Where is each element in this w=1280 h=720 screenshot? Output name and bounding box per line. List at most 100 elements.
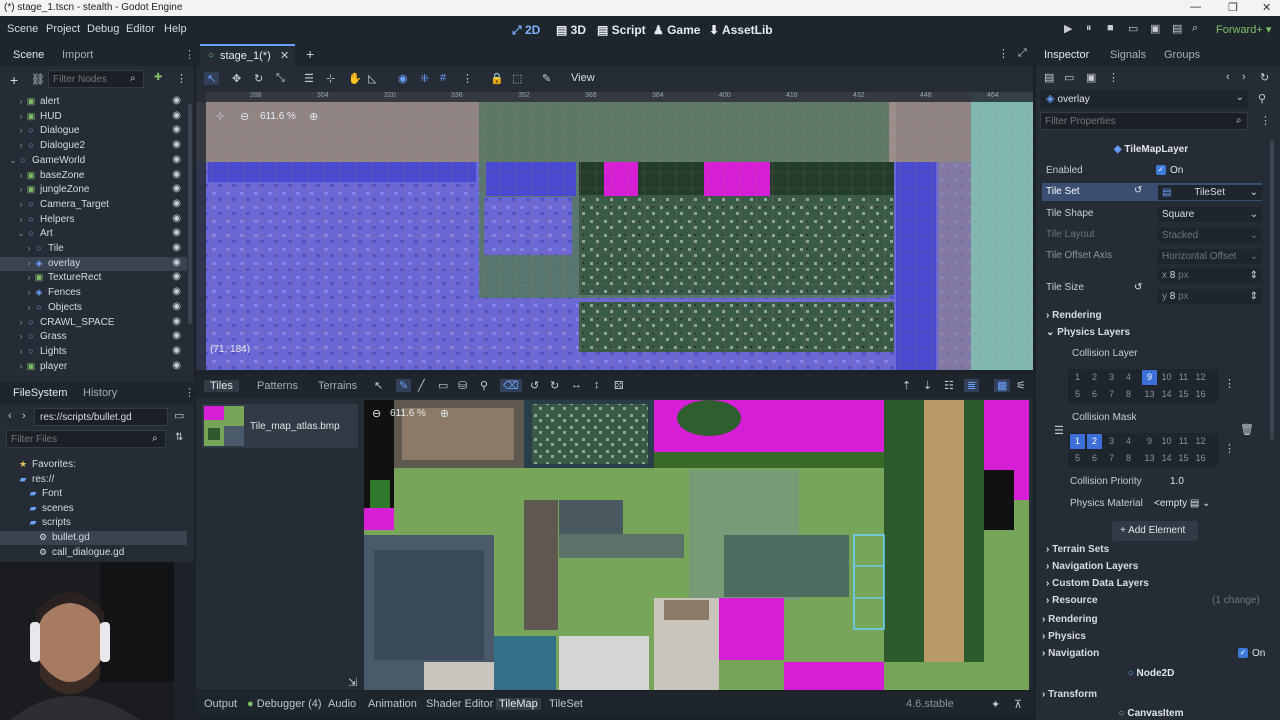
section-rendering[interactable]: › Rendering — [1046, 310, 1102, 321]
tree-node[interactable]: › ▣ player ◉ — [0, 360, 187, 374]
close-tab-icon[interactable]: ✕ — [280, 49, 289, 62]
visibility-eye-icon[interactable]: ◉ — [172, 227, 181, 238]
maximize-button[interactable]: ❐ — [1228, 1, 1238, 14]
section-transform[interactable]: › Transform — [1042, 689, 1097, 700]
viewport-zoom-label[interactable]: 611.6 % — [260, 111, 296, 122]
layer-bit-1[interactable]: 1 — [1070, 370, 1085, 385]
layer-bit-6[interactable]: 6 — [1087, 387, 1102, 402]
visibility-eye-icon[interactable]: ◉ — [172, 242, 181, 253]
expand-arrow-icon[interactable]: › — [16, 170, 26, 180]
expand-arrow-icon[interactable]: › — [24, 272, 34, 282]
tab-tiles[interactable]: Tiles — [204, 380, 239, 392]
revert-icon[interactable]: ↺ — [1134, 282, 1142, 293]
menu-project[interactable]: Project — [46, 23, 80, 35]
tile-offset-select[interactable]: Horizontal Offset ⌄ — [1158, 249, 1262, 264]
tile-layout-select[interactable]: Stacked ⌄ — [1158, 228, 1262, 243]
layer-bit-12[interactable]: 12 — [1193, 370, 1208, 385]
pause-icon[interactable]: ⏸ — [1086, 22, 1092, 35]
highlight-layer-icon[interactable]: ≣ — [964, 379, 980, 392]
menu-debug[interactable]: Debug — [87, 23, 119, 35]
expand-arrow-icon[interactable]: › — [16, 346, 26, 356]
tree-node[interactable]: › ○ Dialogue ◉ — [0, 124, 187, 138]
expand-arrow-icon[interactable]: › — [24, 258, 34, 268]
layer-bit-7[interactable]: 7 — [1104, 387, 1119, 402]
layer-bit-16[interactable]: 16 — [1193, 387, 1208, 402]
close-window-button[interactable]: ✕ — [1262, 1, 1271, 14]
flip-h-icon[interactable]: ↔ — [571, 379, 582, 391]
delete-element-icon[interactable]: 🗑 — [1240, 423, 1254, 436]
layer-list-icon[interactable]: ☷ — [944, 379, 954, 392]
bottom-audio[interactable]: Audio — [328, 698, 356, 710]
tree-node[interactable]: › ▣ HUD ◉ — [0, 110, 187, 124]
split-view-icon[interactable]: ▭ — [174, 409, 184, 422]
expand-arrow-icon[interactable]: › — [16, 125, 26, 135]
select-tool-icon[interactable]: ↖ — [374, 379, 383, 392]
open-resource-icon[interactable]: ▭ — [1064, 71, 1074, 84]
tree-node[interactable]: ⌄ ○ GameWorld ◉ — [0, 154, 187, 168]
atlas-zoom-in-icon[interactable]: ⊕ — [440, 407, 449, 420]
sort-icon[interactable]: ⇅ — [175, 432, 183, 443]
bottom-tileset[interactable]: TileSet — [549, 698, 583, 710]
tree-node[interactable]: › ○ Dialogue2 ◉ — [0, 139, 187, 153]
expand-arrow-icon[interactable]: › — [16, 184, 26, 194]
tree-node[interactable]: › ◈ Fences ◉ — [0, 286, 187, 300]
atlas-zoom-label[interactable]: 611.6 % — [390, 408, 426, 419]
layer-bit-15[interactable]: 15 — [1176, 451, 1191, 466]
layer-bit-13[interactable]: 13 — [1142, 451, 1157, 466]
tree-node[interactable]: › ▣ jungleZone ◉ — [0, 183, 187, 197]
dock-menu-icon[interactable]: ⋮ — [184, 386, 195, 399]
mask-options-icon[interactable]: ⋮ — [1224, 442, 1235, 455]
tab-history[interactable]: History — [83, 387, 117, 399]
2d-viewport[interactable]: ⊹ ⊖ 611.6 % ⊕ (71, 184) 288 304 320 336 352 3… — [196, 92, 1033, 370]
section-navigation-layers[interactable]: › Navigation Layers — [1046, 561, 1138, 572]
file-tree-item[interactable]: ▰ res:// — [0, 473, 187, 487]
section-physics[interactable]: › Physics — [1042, 631, 1086, 642]
minimize-button[interactable]: — — [1190, 1, 1201, 13]
link-icon[interactable]: ⛓ — [31, 73, 45, 86]
tab-filesystem[interactable]: FileSystem — [13, 387, 67, 399]
file-tree-item[interactable]: ▰ scripts — [0, 516, 187, 530]
forward-icon[interactable]: › — [22, 410, 26, 422]
expand-arrow-icon[interactable]: › — [16, 111, 26, 121]
visibility-eye-icon[interactable]: ◉ — [172, 95, 181, 106]
layer-options-icon[interactable]: ⋮ — [1224, 377, 1235, 390]
layer-bit-12[interactable]: 12 — [1193, 434, 1208, 449]
tilemap-options-icon[interactable]: ⚟ — [1016, 379, 1026, 392]
workspace-script[interactable]: ▤ Script — [597, 23, 646, 37]
tree-node[interactable]: ⌄ ○ Art ◉ — [0, 227, 187, 241]
tree-node[interactable]: › ▣ alert ◉ — [0, 95, 187, 109]
layer-bit-2[interactable]: 2 — [1087, 370, 1102, 385]
move-up-icon[interactable]: ⇡ — [902, 379, 911, 392]
tree-node[interactable]: › ○ Tile ◉ — [0, 242, 187, 256]
expand-arrow-icon[interactable]: › — [16, 96, 26, 106]
remote-debug-icon[interactable]: ▭ — [1128, 22, 1138, 35]
move-down-icon[interactable]: ⇣ — [923, 379, 932, 392]
tree-node[interactable]: › ○ Lights ◉ — [0, 345, 187, 359]
grid-snap-icon[interactable]: ⁜ — [420, 72, 429, 85]
layer-bit-10[interactable]: 10 — [1159, 370, 1174, 385]
new-resource-icon[interactable]: ▤ — [1044, 71, 1054, 84]
visibility-eye-icon[interactable]: ◉ — [172, 316, 181, 327]
play-icon[interactable]: ▶ — [1064, 22, 1072, 35]
tab-terrains[interactable]: Terrains — [318, 380, 357, 392]
section-rendering-2[interactable]: › Rendering — [1042, 614, 1098, 625]
file-tree-item[interactable]: ▰ Font — [0, 487, 187, 501]
play-scene-icon[interactable]: ▣ — [1150, 22, 1160, 35]
expand-arrow-icon[interactable]: › — [16, 199, 26, 209]
history-forward-icon[interactable]: › — [1242, 71, 1246, 83]
group-icon[interactable]: ⬚ — [512, 72, 522, 85]
bone-icon[interactable]: ✎ — [542, 72, 551, 85]
collision-layer-bits[interactable]: 1 2 3 4 9 10 11 12 5 6 7 8 13 14 15 16 — [1068, 369, 1218, 403]
navigation-checkbox[interactable]: ✓ On — [1238, 648, 1265, 659]
zoom-out-icon[interactable]: ⊖ — [240, 110, 249, 123]
layer-bit-2[interactable]: 2 — [1087, 434, 1102, 449]
workspace-2d[interactable]: ⤢ 2D — [512, 23, 540, 38]
resource-options-icon[interactable]: ⋮ — [1108, 71, 1119, 84]
layer-bit-11[interactable]: 11 — [1176, 370, 1191, 385]
tree-node[interactable]: › ○ Objects ◉ — [0, 301, 187, 315]
viewport-center-icon[interactable]: ⊹ — [216, 111, 224, 122]
visibility-eye-icon[interactable]: ◉ — [172, 139, 181, 150]
flip-v-icon[interactable]: ↕ — [594, 379, 600, 391]
menu-editor[interactable]: Editor — [126, 23, 155, 35]
bottom-shader-editor[interactable]: Shader Editor — [426, 698, 493, 710]
